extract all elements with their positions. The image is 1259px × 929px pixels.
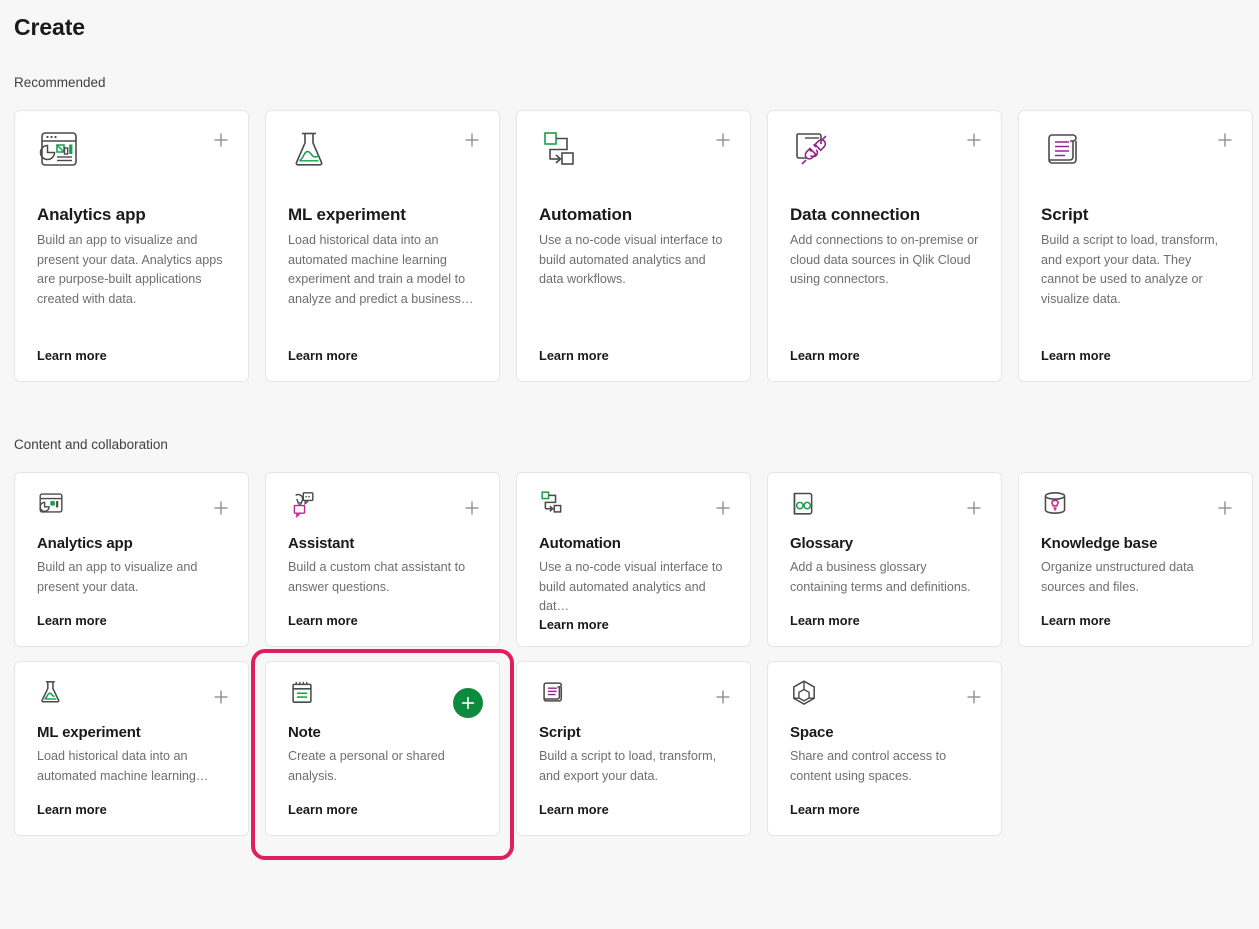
create-page: Create Recommended Analytics app Build a… bbox=[0, 0, 1259, 929]
add-automation-button[interactable] bbox=[714, 499, 732, 517]
add-assistant-button[interactable] bbox=[463, 499, 481, 517]
card-description: Build a custom chat assistant to answer … bbox=[288, 560, 466, 594]
card-title: Note bbox=[288, 724, 321, 741]
card-space[interactable]: Space Share and control access to conten… bbox=[767, 661, 1002, 836]
knowledge-base-cylinder-icon bbox=[1041, 489, 1069, 517]
learn-more-link[interactable]: Learn more bbox=[288, 613, 358, 628]
script-scroll-icon bbox=[539, 678, 567, 706]
ml-experiment-flask-icon bbox=[288, 127, 332, 171]
automation-flow-icon bbox=[539, 127, 583, 171]
card-assistant[interactable]: Assistant Build a custom chat assistant … bbox=[265, 472, 500, 647]
add-automation-button[interactable] bbox=[714, 131, 732, 149]
card-title: Assistant bbox=[288, 535, 355, 552]
section-heading-content-collaboration: Content and collaboration bbox=[14, 437, 168, 452]
space-cube-icon bbox=[790, 678, 818, 706]
card-title: Script bbox=[539, 724, 581, 741]
card-data-connection[interactable]: Data connection Add connections to on-pr… bbox=[767, 110, 1002, 382]
glossary-book-icon bbox=[790, 489, 818, 517]
add-space-button[interactable] bbox=[965, 688, 983, 706]
learn-more-link[interactable]: Learn more bbox=[1041, 348, 1111, 363]
learn-more-link[interactable]: Learn more bbox=[37, 348, 107, 363]
assistant-chat-bulb-icon bbox=[288, 489, 316, 519]
card-title: Script bbox=[1041, 205, 1089, 224]
card-note[interactable]: Note Create a personal or shared analysi… bbox=[251, 649, 514, 860]
card-title: Analytics app bbox=[37, 535, 133, 552]
learn-more-link[interactable]: Learn more bbox=[790, 802, 860, 817]
learn-more-link[interactable]: Learn more bbox=[37, 802, 107, 817]
add-ml-experiment-button[interactable] bbox=[463, 131, 481, 149]
card-description: Add a business glossary containing terms… bbox=[790, 560, 971, 594]
card-description: Organize unstructured data sources and f… bbox=[1041, 560, 1194, 594]
add-script-button[interactable] bbox=[714, 688, 732, 706]
card-script[interactable]: Script Build a script to load, transform… bbox=[1018, 110, 1253, 382]
card-ml-experiment-small[interactable]: ML experiment Load historical data into … bbox=[14, 661, 249, 836]
ml-experiment-flask-icon bbox=[37, 678, 65, 706]
add-ml-experiment-button[interactable] bbox=[212, 688, 230, 706]
card-automation[interactable]: Automation Use a no-code visual interfac… bbox=[516, 110, 751, 382]
add-data-connection-button[interactable] bbox=[965, 131, 983, 149]
learn-more-link[interactable]: Learn more bbox=[539, 617, 609, 632]
learn-more-link[interactable]: Learn more bbox=[288, 348, 358, 363]
card-title: Data connection bbox=[790, 205, 920, 224]
card-description: Add connections to on-premise or cloud d… bbox=[790, 233, 979, 287]
card-description: Use a no-code visual interface to build … bbox=[539, 233, 723, 287]
card-description: Build a script to load, transform, and e… bbox=[1041, 233, 1219, 306]
data-connection-plug-icon bbox=[790, 127, 834, 171]
card-glossary[interactable]: Glossary Add a business glossary contain… bbox=[767, 472, 1002, 647]
analytics-app-icon bbox=[37, 489, 65, 517]
card-knowledge-base[interactable]: Knowledge base Organize unstructured dat… bbox=[1018, 472, 1253, 647]
script-scroll-icon bbox=[1041, 127, 1085, 171]
add-analytics-app-button[interactable] bbox=[212, 499, 230, 517]
learn-more-link[interactable]: Learn more bbox=[790, 613, 860, 628]
analytics-app-icon bbox=[37, 127, 81, 171]
add-knowledge-base-button[interactable] bbox=[1216, 499, 1234, 517]
card-title: ML experiment bbox=[288, 205, 406, 224]
card-title: Automation bbox=[539, 535, 621, 552]
content-collaboration-card-grid: Analytics app Build an app to visualize … bbox=[0, 472, 1259, 860]
learn-more-link[interactable]: Learn more bbox=[288, 802, 358, 817]
learn-more-link[interactable]: Learn more bbox=[539, 348, 609, 363]
add-script-button[interactable] bbox=[1216, 131, 1234, 149]
card-title: Analytics app bbox=[37, 205, 146, 224]
recommended-card-grid: Analytics app Build an app to visualize … bbox=[0, 110, 1259, 382]
card-description: Load historical data into an automated m… bbox=[37, 749, 209, 783]
card-script-small[interactable]: Script Build a script to load, transform… bbox=[516, 661, 751, 836]
card-description: Build an app to visualize and present yo… bbox=[37, 560, 198, 594]
card-description: Share and control access to content usin… bbox=[790, 749, 947, 783]
card-title: Space bbox=[790, 724, 834, 741]
automation-flow-icon bbox=[539, 489, 567, 517]
card-title: Glossary bbox=[790, 535, 854, 552]
card-description: Build a script to load, transform, and e… bbox=[539, 749, 717, 783]
card-description: Load historical data into an automated m… bbox=[288, 233, 474, 306]
card-analytics-app-small[interactable]: Analytics app Build an app to visualize … bbox=[14, 472, 249, 647]
learn-more-link[interactable]: Learn more bbox=[539, 802, 609, 817]
learn-more-link[interactable]: Learn more bbox=[1041, 613, 1111, 628]
page-title: Create bbox=[14, 14, 85, 40]
add-analytics-app-button[interactable] bbox=[212, 131, 230, 149]
learn-more-link[interactable]: Learn more bbox=[790, 348, 860, 363]
section-heading-recommended: Recommended bbox=[14, 75, 106, 90]
card-automation-small[interactable]: Automation Use a no-code visual interfac… bbox=[516, 472, 751, 647]
card-ml-experiment[interactable]: ML experiment Load historical data into … bbox=[265, 110, 500, 382]
card-description: Use a no-code visual interface to build … bbox=[539, 560, 723, 614]
learn-more-link[interactable]: Learn more bbox=[37, 613, 107, 628]
card-title: Knowledge base bbox=[1041, 535, 1158, 552]
card-analytics-app[interactable]: Analytics app Build an app to visualize … bbox=[14, 110, 249, 382]
card-description: Create a personal or shared analysis. bbox=[288, 749, 445, 783]
card-description: Build an app to visualize and present yo… bbox=[37, 233, 223, 306]
card-title: Automation bbox=[539, 205, 632, 224]
note-icon bbox=[288, 678, 316, 706]
add-note-button[interactable] bbox=[453, 688, 483, 718]
card-title: ML experiment bbox=[37, 724, 141, 741]
add-glossary-button[interactable] bbox=[965, 499, 983, 517]
